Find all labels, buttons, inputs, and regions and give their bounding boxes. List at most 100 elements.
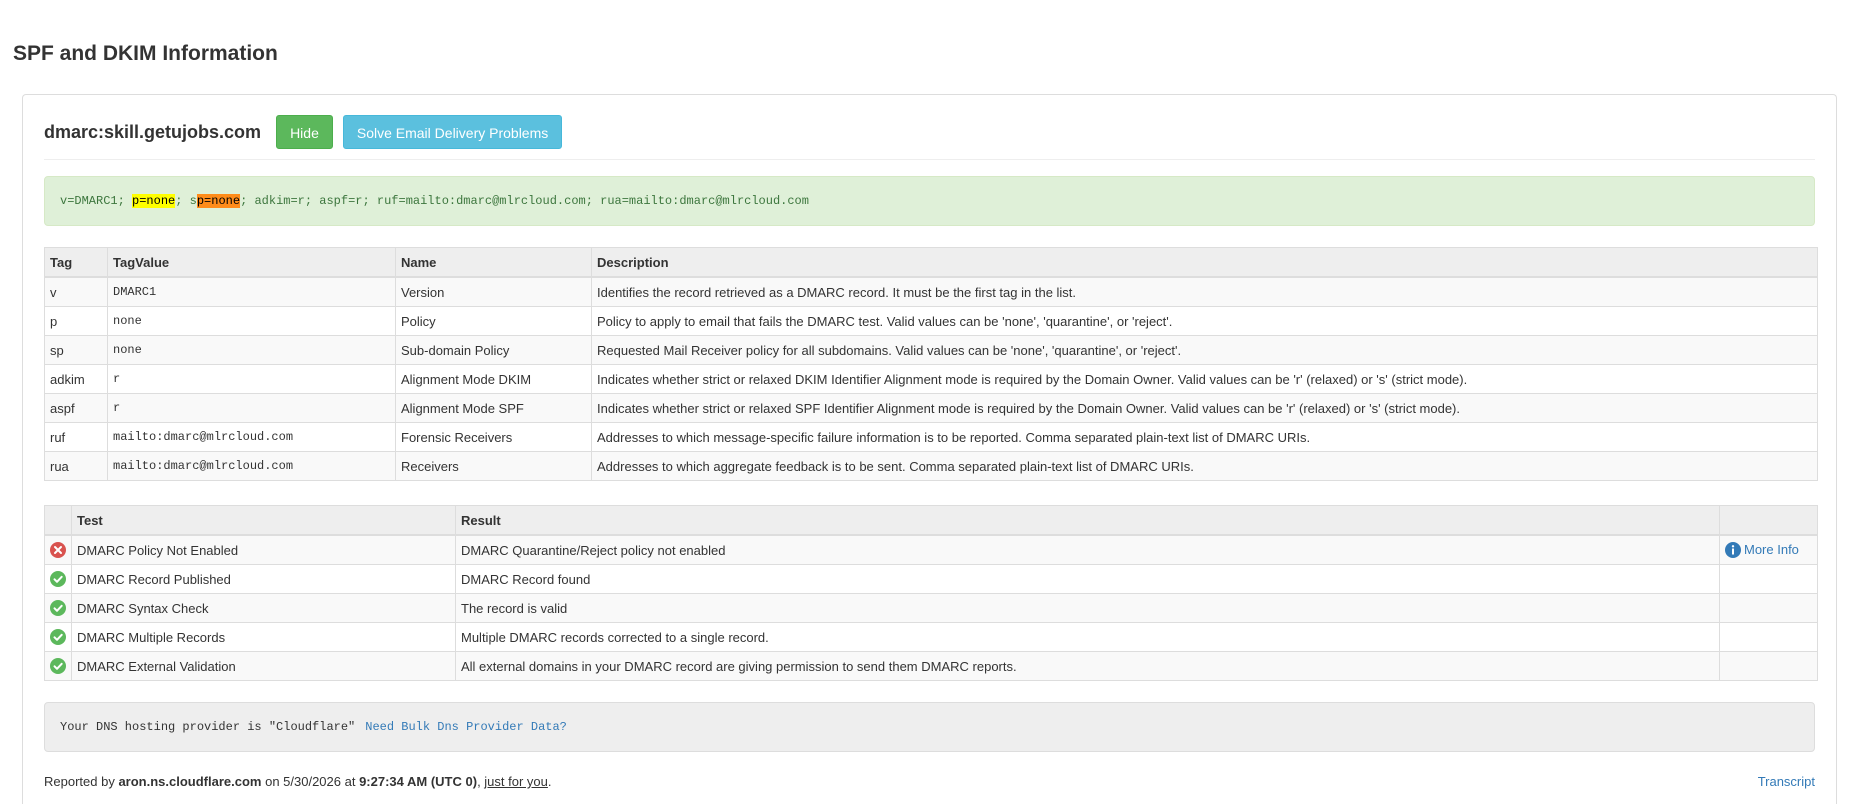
more-info-cell	[1719, 651, 1818, 681]
error-icon	[50, 542, 66, 559]
footer-text: Reported by	[44, 774, 119, 789]
info-icon	[1725, 542, 1744, 559]
test-name-cell: DMARC External Validation	[71, 651, 456, 681]
tag-value-cell: DMARC1	[107, 276, 396, 307]
tag-value-cell: none	[107, 306, 396, 336]
more-info-cell: More Info	[1719, 534, 1818, 565]
reporting-server: aron.ns.cloudflare.com	[118, 774, 262, 789]
column-header: Result	[455, 505, 1720, 536]
tag-row: aspf r Alignment Mode SPF Indicates whether…	[44, 393, 1818, 423]
tag-row: p none Policy Policy to apply to email that…	[44, 306, 1818, 336]
tag-name-cell: Alignment Mode SPF	[395, 393, 592, 423]
tag-name-cell: Alignment Mode DKIM	[395, 364, 592, 394]
page-title: SPF and DKIM Information	[13, 42, 278, 65]
column-header	[1719, 505, 1818, 536]
check-icon	[50, 571, 66, 588]
column-header: Description	[591, 247, 1818, 278]
tag-table: Tag TagValue Name Description v DMARC1 Ver…	[44, 247, 1818, 481]
column-header: Tag	[44, 247, 108, 278]
test-table-header: Test Result	[44, 505, 1818, 536]
test-result-cell: Multiple DMARC records corrected to a si…	[455, 622, 1720, 652]
tag-cell: adkim	[44, 364, 108, 394]
tag-value-cell: mailto:dmarc@mlrcloud.com	[107, 422, 396, 452]
tag-name-cell: Version	[395, 276, 592, 307]
tag-description-cell: Requested Mail Receiver policy for all s…	[591, 335, 1818, 365]
test-result-cell: DMARC Quarantine/Reject policy not enabl…	[455, 534, 1720, 565]
tag-cell: ruf	[44, 422, 108, 452]
column-header	[44, 505, 72, 536]
test-name-cell: DMARC Record Published	[71, 564, 456, 594]
tag-value-cell: mailto:dmarc@mlrcloud.com	[107, 451, 396, 481]
tag-row: v DMARC1 Version Identifies the record retr…	[44, 276, 1818, 307]
status-cell	[44, 593, 72, 623]
tag-description-cell: Policy to apply to email that fails the …	[591, 306, 1818, 336]
bulk-dns-link[interactable]: Need Bulk Dns Provider Data?	[365, 720, 567, 734]
more-info-cell	[1719, 622, 1818, 652]
more-info-cell	[1719, 564, 1818, 594]
test-result-cell: All external domains in your DMARC recor…	[455, 651, 1720, 681]
tag-description-cell: Indicates whether strict or relaxed SPF …	[591, 393, 1818, 423]
tag-row: rua mailto:dmarc@mlrcloud.com Receivers Add…	[44, 451, 1818, 481]
status-cell	[44, 651, 72, 681]
test-row: DMARC Multiple Records Multiple DMARC rec…	[44, 622, 1818, 652]
status-cell	[44, 534, 72, 565]
record-text-start: v=DMARC1;	[60, 194, 133, 208]
check-icon	[50, 658, 66, 675]
policy-highlight: p=none	[132, 194, 176, 208]
test-row: DMARC External Validation All external do…	[44, 651, 1818, 681]
test-name-cell: DMARC Multiple Records	[71, 622, 456, 652]
column-header: Test	[71, 505, 456, 536]
check-icon	[50, 600, 66, 617]
transcript-link[interactable]: Transcript	[1758, 774, 1815, 789]
subdomain-policy-highlight: p=none	[196, 194, 241, 208]
tag-cell: rua	[44, 451, 108, 481]
tag-row: adkim r Alignment Mode DKIM Indicates wheth…	[44, 364, 1818, 394]
tag-cell: sp	[44, 335, 108, 365]
status-cell	[44, 622, 72, 652]
footer-text: on 5/30/2026 at	[261, 774, 360, 789]
column-header: TagValue	[107, 247, 396, 278]
tag-cell: v	[44, 276, 108, 307]
tag-description-cell: Addresses to which message-specific fail…	[591, 422, 1818, 452]
test-result-cell: The record is valid	[455, 593, 1720, 623]
status-cell	[44, 564, 72, 594]
tag-description-cell: Indicates whether strict or relaxed DKIM…	[591, 364, 1818, 394]
domain-title: dmarc:skill.getujobs.com	[44, 121, 262, 142]
hide-button[interactable]: Hide	[276, 115, 333, 149]
test-row: DMARC Policy Not Enabled DMARC Quarantine…	[44, 534, 1818, 565]
tag-cell: aspf	[44, 393, 108, 423]
more-info-cell	[1719, 593, 1818, 623]
tag-value-cell: r	[107, 364, 396, 394]
tag-name-cell: Receivers	[395, 451, 592, 481]
tag-table-header: Tag TagValue Name Description	[44, 247, 1818, 278]
just-for-you-link[interactable]: just for you	[484, 774, 548, 789]
tag-name-cell: Policy	[395, 306, 592, 336]
more-info-label: More Info	[1744, 541, 1799, 557]
tag-description-cell: Addresses to which aggregate feedback is…	[591, 451, 1818, 481]
tag-row: sp none Sub-domain Policy Requested Mail Re…	[44, 335, 1818, 365]
check-icon	[50, 629, 66, 646]
report-time: 9:27:34 AM (UTC 0)	[359, 774, 478, 789]
dns-provider-box: Your DNS hosting provider is "Cloudflare…	[44, 702, 1815, 752]
dmarc-record: v=DMARC1; p=none; sp=none; adkim=r; aspf…	[44, 176, 1815, 226]
more-info-link[interactable]: More Info	[1725, 541, 1799, 559]
record-text-mid: ; s	[175, 194, 197, 208]
tag-name-cell: Forensic Receivers	[395, 422, 592, 452]
tag-description-cell: Identifies the record retrieved as a DMA…	[591, 276, 1818, 307]
tag-row: ruf mailto:dmarc@mlrcloud.com Forensic Rec…	[44, 422, 1818, 452]
solve-email-delivery-button[interactable]: Solve Email Delivery Problems	[342, 115, 563, 149]
tag-value-cell: r	[107, 393, 396, 423]
record-text-end: ; adkim=r; aspf=r; ruf=mailto:dmarc@mlrc…	[240, 194, 809, 208]
tag-value-cell: none	[107, 335, 396, 365]
dns-provider-text: Your DNS hosting provider is "Cloudflare…	[60, 720, 356, 734]
footer-text: .	[547, 774, 552, 789]
test-row: DMARC Syntax Check The record is valid	[44, 593, 1818, 623]
test-name-cell: DMARC Syntax Check	[71, 593, 456, 623]
tag-name-cell: Sub-domain Policy	[395, 335, 592, 365]
report-footer: Reported by aron.ns.cloudflare.com on 5/…	[44, 774, 552, 789]
dmarc-panel: dmarc:skill.getujobs.com Hide Solve Emai…	[22, 94, 1837, 804]
test-table: Test Result DMARC Policy Not Enabled DMAR…	[44, 505, 1818, 681]
test-name-cell: DMARC Policy Not Enabled	[71, 534, 456, 565]
tag-cell: p	[44, 306, 108, 336]
column-header: Name	[395, 247, 592, 278]
